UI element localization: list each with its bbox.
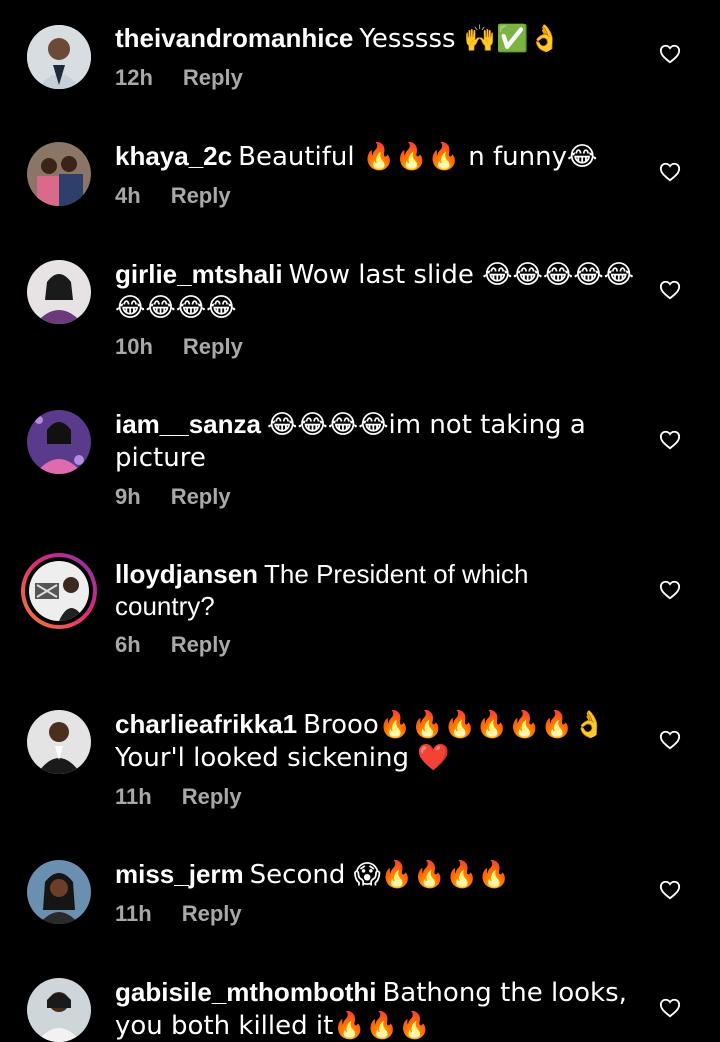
comment-time: 10h bbox=[115, 334, 153, 359]
comment-username[interactable]: lloydjansen bbox=[115, 559, 258, 589]
comment-meta: 11h Reply bbox=[115, 782, 635, 812]
avatar[interactable] bbox=[27, 142, 91, 206]
comment-text: Beautiful 🔥🔥🔥 n funny😂 bbox=[238, 142, 598, 172]
reply-button[interactable]: Reply bbox=[171, 632, 231, 657]
heart-outline-icon[interactable] bbox=[659, 43, 681, 65]
heart-outline-icon[interactable] bbox=[659, 997, 681, 1019]
comment-username[interactable]: charlieafrikka1 bbox=[115, 709, 297, 739]
reply-button[interactable]: Reply bbox=[183, 334, 243, 359]
comment-body: charlieafrikka1 Brooo🔥🔥🔥🔥🔥🔥👌 Your'l looke… bbox=[115, 708, 635, 812]
comment-text: Second 😱🔥🔥🔥🔥 bbox=[249, 860, 511, 890]
comment-time: 6h bbox=[115, 632, 141, 657]
avatar[interactable] bbox=[27, 25, 91, 89]
comment-time: 11h bbox=[115, 901, 152, 926]
comment-username[interactable]: khaya_2c bbox=[115, 141, 232, 171]
comment-username[interactable]: girlie_mtshali bbox=[115, 259, 283, 289]
avatar[interactable] bbox=[27, 978, 91, 1042]
avatar[interactable] bbox=[27, 710, 91, 774]
comment-meta: 4h Reply bbox=[115, 181, 635, 211]
comment-body: iam__sanza 😂😂😂😂im not taking a picture 9h… bbox=[115, 408, 635, 512]
comment-meta: 10h Reply bbox=[115, 332, 635, 362]
comment-username[interactable]: theivandromanhice bbox=[115, 23, 353, 53]
reply-button[interactable]: Reply bbox=[182, 784, 242, 809]
reply-button[interactable]: Reply bbox=[171, 183, 231, 208]
avatar bbox=[29, 561, 89, 621]
comment-body: khaya_2c Beautiful 🔥🔥🔥 n funny😂 4h Reply bbox=[115, 140, 635, 211]
heart-outline-icon[interactable] bbox=[659, 161, 681, 183]
comment-username[interactable]: miss_jerm bbox=[115, 859, 244, 889]
comment-time: 12h bbox=[115, 65, 153, 90]
comment-body: miss_jerm Second 😱🔥🔥🔥🔥 11h Reply bbox=[115, 858, 635, 929]
heart-outline-icon[interactable] bbox=[659, 579, 681, 601]
reply-button[interactable]: Reply bbox=[171, 484, 231, 509]
avatar[interactable] bbox=[27, 260, 91, 324]
avatar[interactable] bbox=[27, 410, 91, 474]
avatar-story-ring[interactable] bbox=[21, 553, 97, 629]
comment-meta: 12h Reply bbox=[115, 63, 635, 93]
reply-button[interactable]: Reply bbox=[183, 65, 243, 90]
comment-body: girlie_mtshali Wow last slide 😂😂😂😂😂😂😂😂😂 1… bbox=[115, 258, 635, 362]
comment-meta: 6h Reply bbox=[115, 630, 635, 660]
comment-username[interactable]: iam__sanza bbox=[115, 409, 261, 439]
comment-body: theivandromanhice Yesssss 🙌✅👌 12h Reply bbox=[115, 22, 635, 93]
comment-time: 9h bbox=[115, 484, 141, 509]
comment-time: 4h bbox=[115, 183, 141, 208]
heart-outline-icon[interactable] bbox=[659, 729, 681, 751]
comment-meta: 9h Reply bbox=[115, 482, 635, 512]
story-ring-gap bbox=[25, 557, 93, 625]
heart-outline-icon[interactable] bbox=[659, 429, 681, 451]
comment-time: 11h bbox=[115, 784, 152, 809]
comment-body: lloydjansen The President of which countr… bbox=[115, 558, 635, 660]
comment-body: gabisile_mthombothi Bathong the looks, yo… bbox=[115, 976, 635, 1042]
comment-meta: 11h Reply bbox=[115, 899, 635, 929]
avatar[interactable] bbox=[27, 860, 91, 924]
reply-button[interactable]: Reply bbox=[182, 901, 242, 926]
heart-outline-icon[interactable] bbox=[659, 879, 681, 901]
comment-username[interactable]: gabisile_mthombothi bbox=[115, 977, 376, 1007]
comment-text: Yesssss 🙌✅👌 bbox=[359, 24, 561, 54]
heart-outline-icon[interactable] bbox=[659, 279, 681, 301]
